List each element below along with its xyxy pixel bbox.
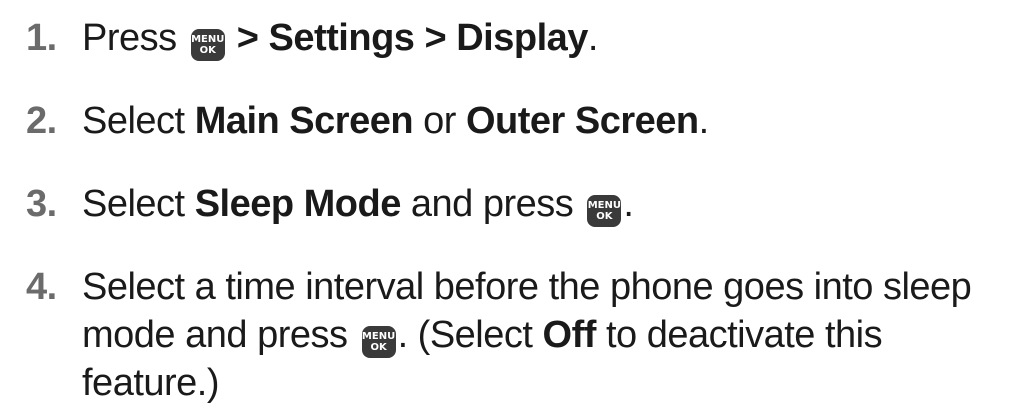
step-text: or [423,100,456,142]
menu-ok-key-icon: MENU OK [587,195,622,227]
step-body: Select a time interval before the phone … [82,263,1026,407]
step-number: 1. [26,17,57,59]
step-number: 3. [26,183,57,225]
menu-path: > Settings > Display [236,17,589,59]
step-body: Press MENU OK > Settings > Display. [82,14,598,62]
step-text: Press [82,17,177,59]
step-text: . (Select [397,314,533,356]
step-1: 1. Press MENU OK > Settings > Display. [26,14,598,62]
step-text: Select [82,183,185,225]
step-2: 2. Select Main Screen or Outer Screen. [26,97,709,145]
step-body: Select Sleep Mode and press MENU OK. [82,180,634,228]
step-4: 4. Select a time interval before the pho… [26,263,1026,407]
step-end: . [587,17,599,59]
step-number: 4. [26,266,57,308]
menu-ok-key-icon: MENU OK [361,326,396,358]
step-text: Select [82,100,185,142]
option-sleep-mode: Sleep Mode [194,183,402,225]
step-3: 3. Select Sleep Mode and press MENU OK. [26,180,634,228]
option-main-screen: Main Screen [194,100,414,142]
menu-ok-key-icon: MENU OK [190,29,225,61]
step-text: and press [410,183,574,225]
step-number: 2. [26,100,57,142]
step-end: . [623,183,634,225]
step-end: . [698,100,710,142]
option-outer-screen: Outer Screen [465,100,699,142]
step-body: Select Main Screen or Outer Screen. [82,97,709,145]
option-off: Off [542,314,597,356]
